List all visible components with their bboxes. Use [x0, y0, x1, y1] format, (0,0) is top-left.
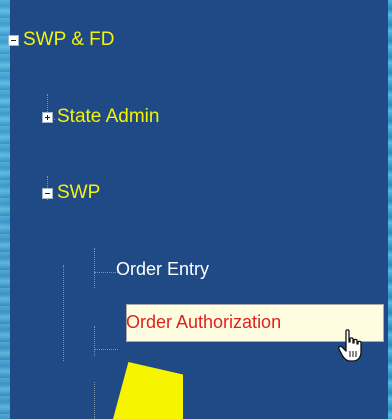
tree-connector — [63, 265, 64, 361]
tree-item-label: Order Entry — [116, 259, 210, 279]
plus-toggle-icon[interactable] — [42, 111, 53, 123]
background-edge-right — [388, 0, 392, 419]
hand-pointer-cursor-icon — [338, 329, 362, 362]
tree-node-swp-fd[interactable]: SWP & FD — [8, 29, 115, 51]
tree-item-order-entry[interactable]: Order Entry — [116, 259, 209, 280]
tree-node-label: SWP & FD — [23, 29, 115, 50]
tree-item-label: Order Authorization — [126, 312, 282, 332]
tree-connector — [94, 326, 95, 356]
tree-node-swp[interactable]: SWP — [42, 182, 100, 204]
tree-node-state-admin[interactable]: State Admin — [42, 106, 159, 128]
tree-connector — [94, 382, 95, 419]
minus-toggle-icon[interactable] — [8, 34, 19, 46]
tree-connector — [94, 349, 118, 350]
tree-connector — [94, 272, 118, 273]
tree-node-label: State Admin — [57, 106, 160, 127]
minus-toggle-icon[interactable] — [42, 187, 53, 199]
tree-connector — [94, 248, 95, 288]
tree-node-label: SWP — [57, 182, 101, 203]
navigation-tree-panel: SWP & FD State Admin SWP Order Entry — [8, 0, 388, 419]
